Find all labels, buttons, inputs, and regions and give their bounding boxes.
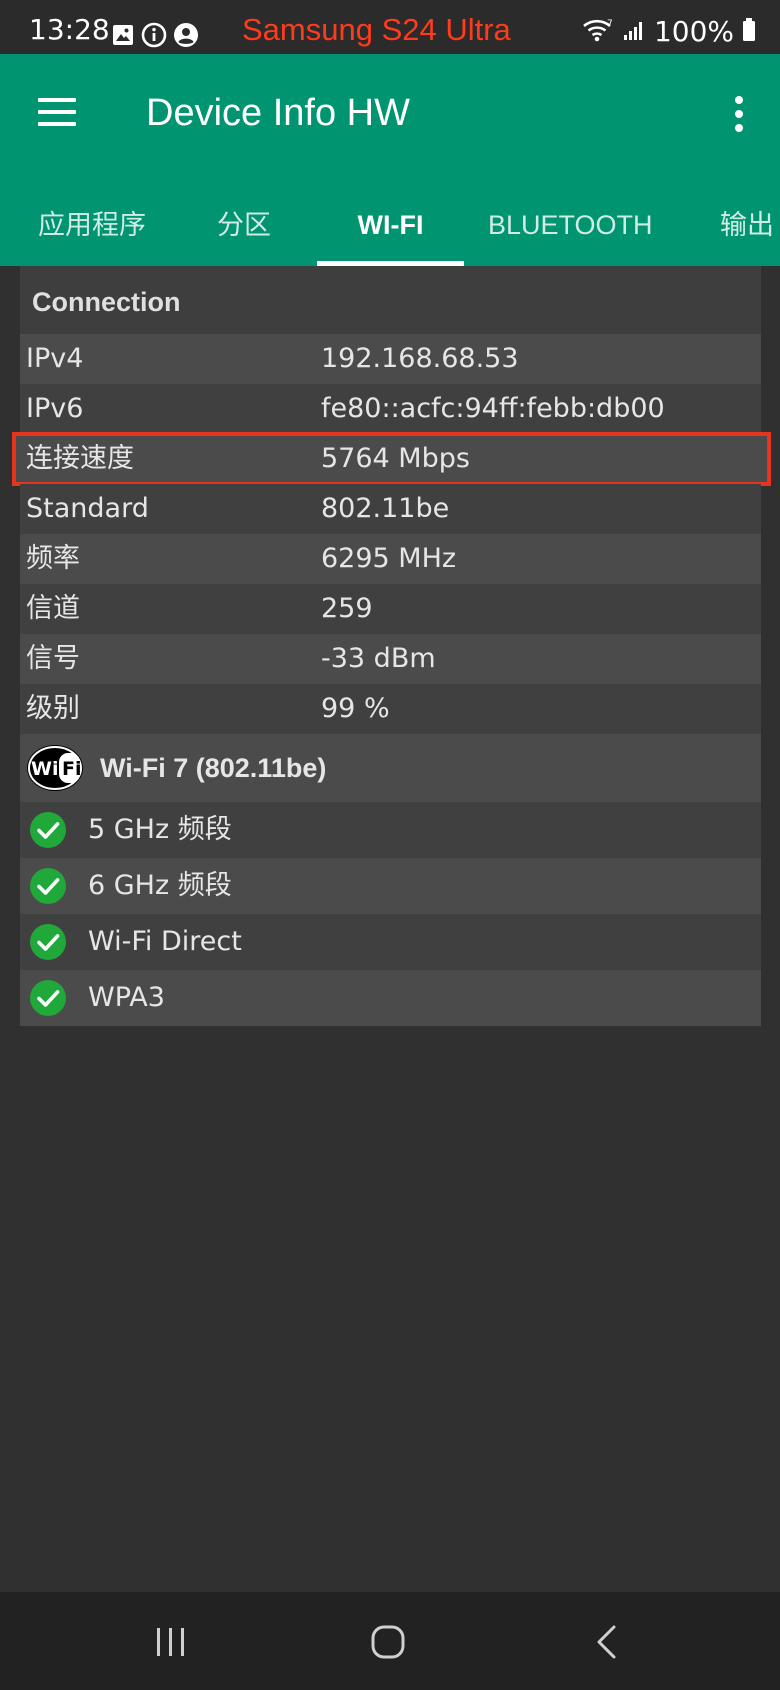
wifi7-title: Wi-Fi 7 (802.11be) (100, 753, 327, 783)
row-value: 6295 MHz (321, 543, 457, 574)
more-options-icon[interactable] (730, 94, 746, 134)
status-bar: 13:28 Samsung S24 Ultra 7 100% (0, 0, 780, 54)
feature-row-6ghz: 6 GHz 频段 (20, 858, 761, 914)
row-value: 5764 Mbps (321, 443, 470, 474)
info-row-level: 级别 99 % (20, 684, 761, 734)
system-nav-bar (0, 1592, 780, 1690)
tab-output[interactable]: 输出 (720, 199, 774, 266)
feature-label: 5 GHz 频段 (88, 814, 232, 845)
feature-label: 6 GHz 频段 (88, 870, 232, 901)
check-icon (30, 812, 66, 848)
row-value: 802.11be (321, 493, 450, 524)
feature-row-wifi-direct: Wi-Fi Direct (20, 914, 761, 970)
device-label: Samsung S24 Ultra (242, 12, 511, 47)
feature-label: Wi-Fi Direct (88, 926, 242, 957)
row-label: IPv4 (26, 343, 84, 374)
app-bar: Device Info HW 应用程序 分区 WI-FI BLUETOOTH 输… (0, 54, 780, 266)
row-value: 192.168.68.53 (321, 343, 519, 374)
wifi-info-card: Connection IPv4 192.168.68.53 IPv6 fe80:… (12, 266, 771, 1026)
account-icon (173, 22, 199, 48)
feature-list: 5 GHz 频段 6 GHz 频段 Wi-Fi Direct WPA3 (20, 802, 761, 1026)
row-label: Standard (26, 493, 149, 524)
home-icon[interactable] (366, 1620, 410, 1664)
wifi-logo-icon: Wi Fi (26, 744, 84, 792)
info-row-standard: Standard 802.11be (20, 484, 761, 534)
check-icon (30, 980, 66, 1016)
back-icon[interactable] (586, 1620, 630, 1664)
row-label: 信号 (26, 643, 80, 674)
feature-row-wpa3: WPA3 (20, 970, 761, 1026)
row-label: 频率 (26, 543, 80, 574)
tab-bluetooth[interactable]: BLUETOOTH (488, 199, 653, 266)
info-icon (141, 22, 167, 48)
row-label: IPv6 (26, 393, 84, 424)
tab-wifi[interactable]: WI-FI (317, 199, 464, 266)
svg-text:7: 7 (607, 19, 613, 29)
gallery-icon (111, 23, 135, 47)
check-icon (30, 924, 66, 960)
info-row-channel: 信道 259 (20, 584, 761, 634)
recent-apps-icon[interactable] (149, 1620, 193, 1664)
battery-level: 100% (653, 15, 734, 48)
svg-text:Wi: Wi (31, 758, 58, 780)
info-row-ipv6: IPv6 fe80::acfc:94ff:febb:db00 (20, 384, 761, 434)
row-label: 级别 (26, 693, 80, 724)
battery-icon (742, 18, 756, 46)
tab-partitions[interactable]: 分区 (217, 199, 271, 266)
status-time: 13:28 (29, 13, 110, 46)
status-system-icons: 7 100% (582, 16, 756, 48)
row-label: 信道 (26, 593, 80, 624)
svg-text:Fi: Fi (62, 758, 82, 780)
row-value: fe80::acfc:94ff:febb:db00 (321, 393, 665, 424)
check-icon (30, 868, 66, 904)
info-row-ipv4: IPv4 192.168.68.53 (20, 334, 761, 384)
menu-icon[interactable] (34, 94, 80, 134)
info-row-frequency: 频率 6295 MHz (20, 534, 761, 584)
status-notification-icons (111, 22, 199, 48)
section-title-connection: Connection (20, 266, 761, 334)
row-value: 99 % (321, 693, 390, 724)
feature-row-5ghz: 5 GHz 频段 (20, 802, 761, 858)
tab-apps[interactable]: 应用程序 (38, 199, 146, 266)
info-row-signal: 信号 -33 dBm (20, 634, 761, 684)
wifi-icon: 7 (582, 17, 614, 47)
row-value: -33 dBm (321, 643, 436, 674)
row-label: 连接速度 (26, 443, 134, 474)
app-title: Device Info HW (146, 92, 410, 134)
row-value: 259 (321, 593, 373, 624)
wifi7-header: Wi Fi Wi-Fi 7 (802.11be) (20, 734, 761, 802)
info-row-link-speed: 连接速度 5764 Mbps (12, 432, 771, 486)
tab-bar: 应用程序 分区 WI-FI BLUETOOTH 输出 (0, 199, 780, 266)
signal-icon (622, 18, 646, 46)
connection-list: IPv4 192.168.68.53 IPv6 fe80::acfc:94ff:… (12, 334, 771, 734)
feature-label: WPA3 (88, 982, 165, 1013)
